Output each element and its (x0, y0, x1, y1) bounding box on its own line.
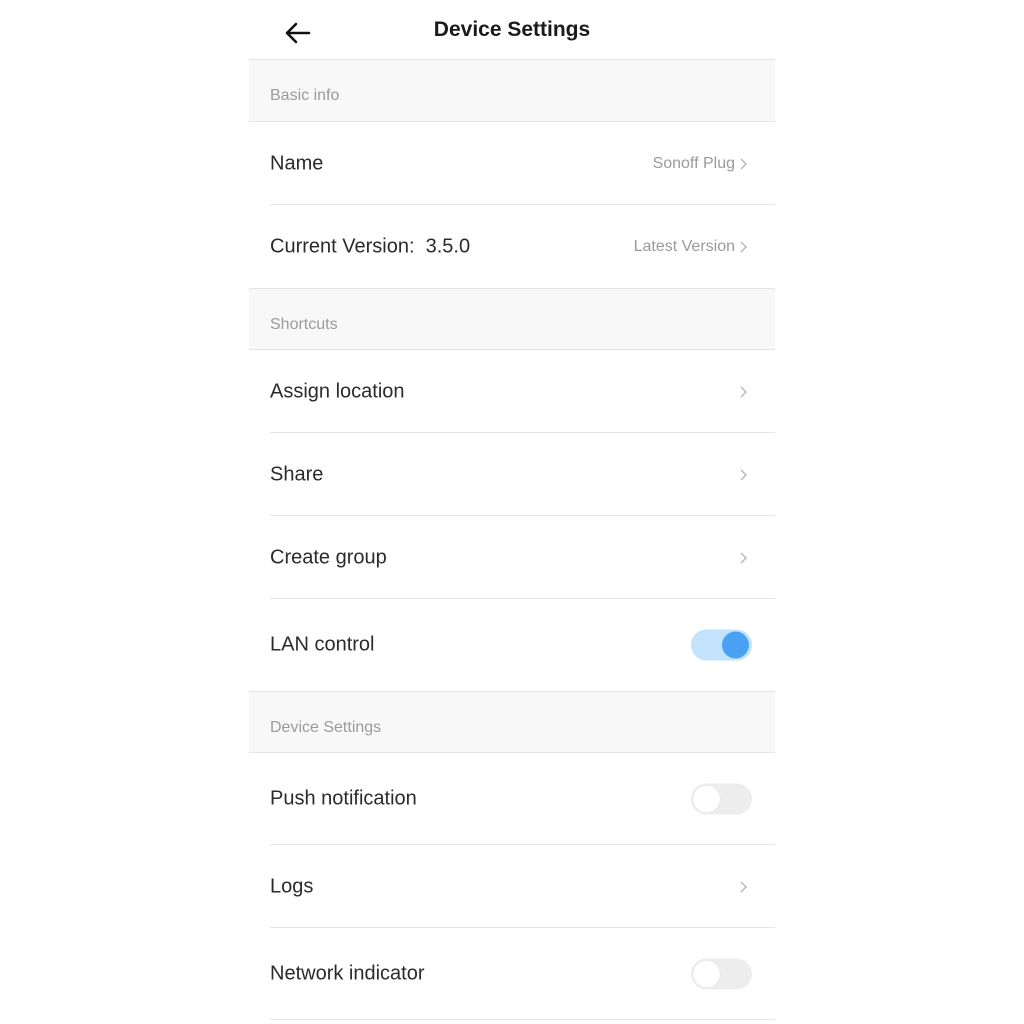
chevron-right-icon (740, 158, 747, 169)
row-label: Logs (270, 875, 314, 897)
row-label: Name (270, 152, 324, 174)
top-bar: Device Settings (249, 0, 775, 60)
row-name[interactable]: Name Sonoff Plug (249, 122, 775, 205)
push-notification-toggle[interactable] (691, 783, 752, 815)
section-title: Shortcuts (270, 316, 338, 333)
section-title: Basic info (270, 87, 340, 104)
section-title: Device Settings (270, 719, 382, 736)
section-header-shortcuts: Shortcuts (249, 288, 775, 350)
chevron-right-icon (740, 241, 747, 252)
chevron-right-icon (740, 469, 747, 480)
toggle-knob (693, 785, 720, 813)
page-title: Device Settings (433, 18, 591, 41)
chevron-right-icon (740, 881, 747, 892)
row-network-indicator: Network indicator (249, 928, 775, 1020)
toggle-knob (722, 631, 749, 659)
chevron-right-icon (740, 386, 747, 397)
lan-control-toggle[interactable] (691, 629, 752, 661)
row-share[interactable]: Share (249, 433, 775, 516)
section-header-device-settings: Device Settings (249, 691, 775, 753)
row-label: Create group (270, 546, 387, 568)
chevron-right-icon (740, 552, 747, 563)
section-header-basic-info: Basic info (249, 60, 775, 122)
row-lan-control: LAN control (249, 599, 775, 691)
row-value: Sonoff Plug (652, 154, 735, 172)
row-value: Latest Version (633, 237, 735, 255)
device-settings-screen: Device Settings Basic info Name Sonoff P… (249, 0, 775, 1024)
row-label: Assign location (270, 380, 405, 402)
row-assign-location[interactable]: Assign location (249, 350, 775, 433)
row-current-version[interactable]: Current Version: 3.5.0 Latest Version (249, 205, 775, 288)
row-label: Share (270, 463, 324, 485)
network-indicator-toggle[interactable] (691, 958, 752, 990)
toggle-knob (693, 960, 720, 988)
row-label: Network indicator (270, 962, 425, 985)
row-push-notification: Push notification (249, 753, 775, 845)
divider (270, 1019, 775, 1020)
row-create-group[interactable]: Create group (249, 516, 775, 599)
row-logs[interactable]: Logs (249, 845, 775, 928)
row-label: LAN control (270, 633, 375, 656)
row-label: Push notification (270, 787, 417, 810)
row-label: Current Version: 3.5.0 (270, 235, 471, 257)
